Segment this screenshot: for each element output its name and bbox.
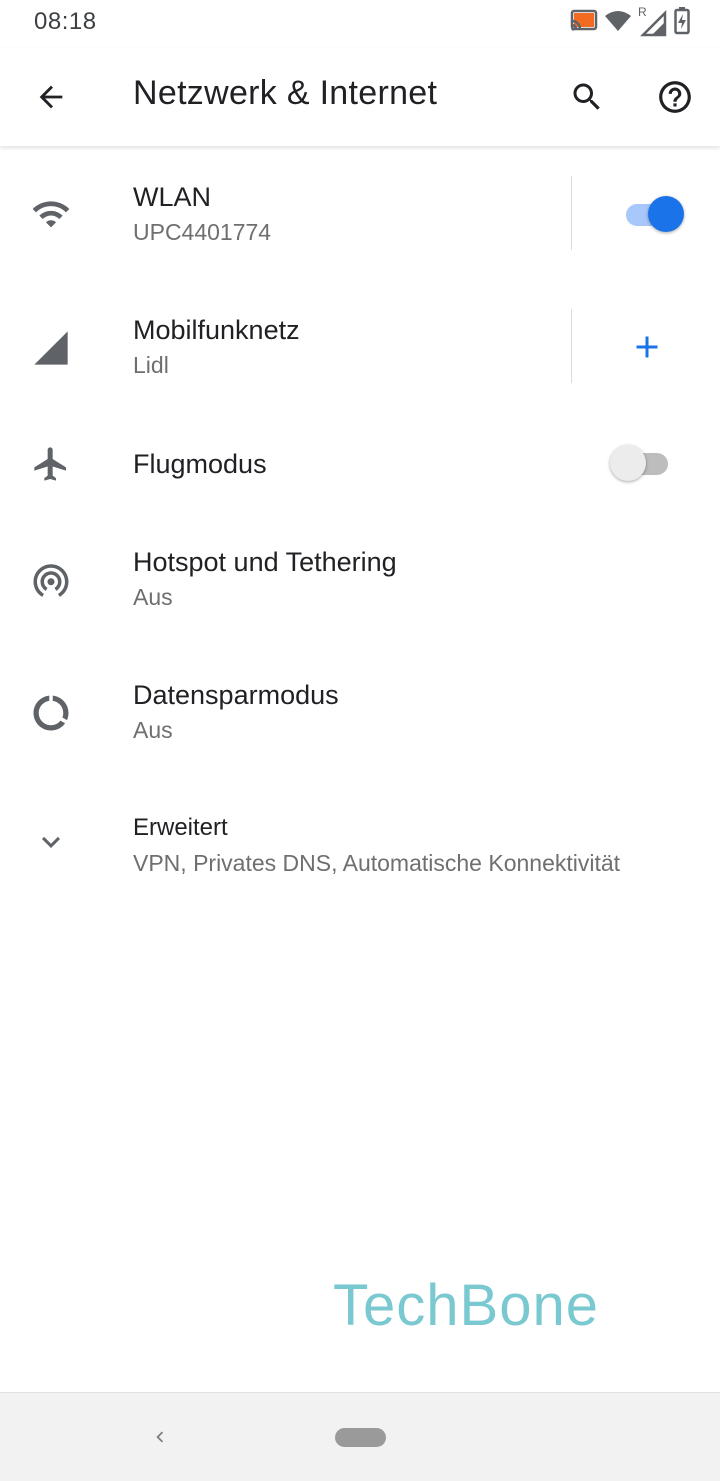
setting-summary: Aus [133,717,173,743]
nav-back-icon [156,1431,164,1443]
wifi-icon [26,189,76,239]
setting-summary: VPN, Privates DNS, Automatische Konnekti… [133,850,621,876]
setting-title: Datensparmodus [133,680,339,710]
setting-summary: Aus [133,584,173,610]
setting-mobilfunknetz-texts: Mobilfunknetz Lidl [133,313,300,381]
setting-wlan[interactable]: WLAN UPC4401774 [0,146,720,279]
search-button[interactable] [562,72,612,122]
setting-datensparmodus[interactable]: Datensparmodus Aus [0,678,720,811]
status-icons: R [570,5,690,40]
setting-summary: Lidl [133,352,169,378]
nav-back-button[interactable] [142,1419,178,1455]
airplane-icon [26,439,76,489]
arrow-back-icon [39,85,63,109]
watermark-logo: TechBone [333,1273,599,1338]
setting-title: WLAN [133,182,212,212]
search-icon [573,83,600,110]
page-title: Netzwerk & Internet [133,74,438,112]
cast-icon [570,9,598,38]
setting-title: Mobilfunknetz [133,315,300,345]
setting-flugmodus-texts: Flugmodus [133,447,267,481]
setting-flugmodus[interactable]: Flugmodus [0,412,720,545]
divider [571,309,572,383]
back-button[interactable] [26,72,76,122]
setting-erweitert-texts: Erweitert VPN, Privates DNS, Automatisch… [133,811,620,879]
hotspot-icon [26,555,76,605]
plus-icon [636,336,658,358]
cell-signal-icon: R [638,5,668,37]
setting-mobilfunknetz[interactable]: Mobilfunknetz Lidl [0,279,720,412]
nav-home-pill-icon[interactable] [335,1428,386,1447]
status-time: 08:18 [34,8,97,35]
status-bar: 08:18 R [0,0,720,48]
setting-title: Hotspot und Tethering [133,547,397,577]
setting-wlan-texts: WLAN UPC4401774 [133,180,271,248]
cell-signal-icon [26,323,76,373]
navigation-bar [0,1392,720,1481]
add-mobile-network-button[interactable] [622,322,672,372]
battery-charging-icon [674,6,690,40]
help-icon [659,81,691,113]
setting-title: Erweitert [133,814,228,841]
chevron-down-icon [26,817,76,867]
wlan-toggle[interactable] [624,192,688,236]
flugmodus-toggle[interactable] [610,441,674,485]
app-bar: Netzwerk & Internet [0,48,720,146]
setting-erweitert[interactable]: Erweitert VPN, Privates DNS, Automatisch… [0,811,720,944]
setting-title: Flugmodus [133,449,267,479]
wifi-icon [604,9,632,38]
setting-datensparmodus-texts: Datensparmodus Aus [133,678,339,746]
help-button[interactable] [650,72,700,122]
setting-hotspot-texts: Hotspot und Tethering Aus [133,545,397,613]
setting-hotspot[interactable]: Hotspot und Tethering Aus [0,545,720,678]
divider [571,176,572,250]
data-saver-icon [26,688,76,738]
setting-summary: UPC4401774 [133,219,272,245]
toggle-thumb [610,445,646,481]
toggle-thumb [648,196,684,232]
